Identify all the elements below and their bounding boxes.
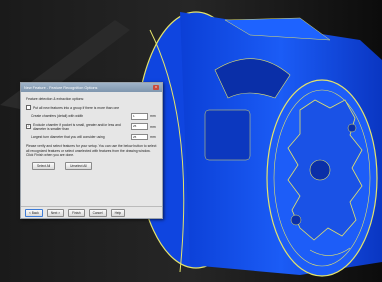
option-label: Create chamfers (detail) with width <box>31 114 84 119</box>
exclude-diameter-input[interactable]: 25 <box>131 123 148 130</box>
unit-label: mm <box>150 124 156 129</box>
turn-diameter-input[interactable]: 25 <box>131 133 148 140</box>
dialog-heading: Feature detection & extraction options: <box>26 97 85 101</box>
unselect-all-button[interactable]: Unselect All <box>65 161 92 170</box>
option-label: Put all new features into a group if the… <box>33 105 120 110</box>
dialog-title: New Feature - Feature Recognition Option… <box>24 85 98 90</box>
hole-feature <box>290 214 302 226</box>
select-all-button[interactable]: Select All <box>32 161 56 170</box>
pocket-feature <box>204 109 251 161</box>
close-icon[interactable]: x <box>153 85 159 90</box>
next-button[interactable]: Next > <box>46 208 65 217</box>
instructions-text: Please verify and select features for yo… <box>26 144 157 158</box>
option-label: Exclude chamfer if pocket is small, grea… <box>33 122 121 131</box>
feature-recognition-dialog: New Feature - Feature Recognition Option… <box>20 82 163 219</box>
cancel-button[interactable]: Cancel <box>88 208 107 217</box>
option-turn-diameter: Largest turn diameter that you will cons… <box>26 133 157 140</box>
hole-feature <box>347 123 357 133</box>
option-label: Largest turn diameter that you will cons… <box>31 134 105 139</box>
chamfer-width-input[interactable]: 1 <box>131 113 148 120</box>
unit-label: mm <box>150 114 156 119</box>
dialog-footer: < Back Next > Finish Cancel Help <box>21 206 162 218</box>
help-button[interactable]: Help <box>110 208 126 217</box>
option-chamfer-width: Create chamfers (detail) with width 1 mm <box>26 113 157 120</box>
back-button[interactable]: < Back <box>25 208 43 217</box>
dialog-titlebar[interactable]: New Feature - Feature Recognition Option… <box>21 83 162 92</box>
finish-button[interactable]: Finish <box>68 208 85 217</box>
unit-label: mm <box>150 134 156 139</box>
option-group-features[interactable]: Put all new features into a group if the… <box>26 105 157 110</box>
option-exclude-chamfer[interactable]: Exclude chamfer if pocket is small, grea… <box>26 123 157 131</box>
group-features-checkbox[interactable] <box>26 105 31 110</box>
exclude-chamfer-checkbox[interactable] <box>26 124 31 129</box>
center-bore <box>309 159 331 181</box>
